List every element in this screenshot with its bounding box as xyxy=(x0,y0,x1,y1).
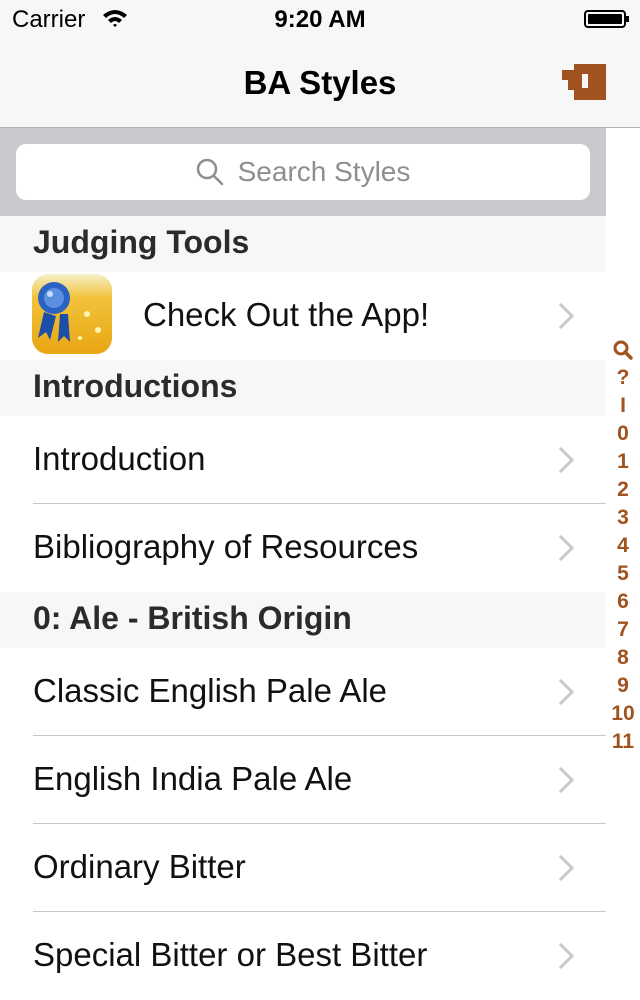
list-item[interactable]: Classic English Pale Ale xyxy=(0,648,606,736)
search-placeholder: Search Styles xyxy=(237,156,411,187)
index-item[interactable]: 5 xyxy=(606,560,640,588)
index-item[interactable]: 4 xyxy=(606,532,640,560)
list-item-label: English India Pale Ale xyxy=(33,760,353,797)
chevron-right-icon xyxy=(558,942,574,970)
chevron-right-icon xyxy=(558,446,574,474)
chevron-right-icon xyxy=(558,766,574,794)
list-item[interactable]: Ordinary Bitter xyxy=(0,824,606,912)
search-input[interactable]: Search Styles xyxy=(16,144,590,200)
list-item-label: Ordinary Bitter xyxy=(33,848,246,885)
status-bar: Carrier 9:20 AM xyxy=(0,0,640,40)
section-header-label: Introductions xyxy=(33,368,238,404)
search-icon xyxy=(196,158,223,186)
section-header: 0: Ale - British Origin xyxy=(0,592,606,648)
index-item[interactable]: 2 xyxy=(606,476,640,504)
chevron-right-icon xyxy=(558,854,574,882)
styles-table: Judging Tools Check Out the App! Introdu… xyxy=(0,216,606,1000)
ribbon-app-icon xyxy=(32,274,112,354)
list-item[interactable]: Bibliography of Resources xyxy=(0,504,606,592)
list-item-label: Classic English Pale Ale xyxy=(33,672,388,709)
index-item[interactable]: 7 xyxy=(606,616,640,644)
list-item-label: Introduction xyxy=(33,440,206,477)
index-item[interactable]: 10 xyxy=(606,700,640,728)
section-index[interactable]: ? I 0 1 2 3 4 5 6 7 8 9 10 11 xyxy=(606,336,640,756)
section-header-label: Judging Tools xyxy=(33,224,250,260)
page-title: BA Styles xyxy=(243,64,397,101)
index-item[interactable]: ? xyxy=(606,364,640,392)
list-item[interactable]: Special Bitter or Best Bitter xyxy=(0,912,606,1000)
list-item[interactable]: English India Pale Ale xyxy=(0,736,606,824)
index-item[interactable]: 11 xyxy=(606,728,640,756)
index-item[interactable]: 6 xyxy=(606,588,640,616)
search-icon xyxy=(613,340,633,361)
navigation-bar: BA Styles xyxy=(0,40,640,128)
list-item-label: Bibliography of Resources xyxy=(33,528,419,565)
search-bar: Search Styles xyxy=(0,128,606,216)
index-item[interactable]: 3 xyxy=(606,504,640,532)
index-item[interactable]: I xyxy=(606,392,640,420)
list-item[interactable]: Introduction xyxy=(0,416,606,504)
chevron-right-icon xyxy=(558,534,574,562)
section-header: Judging Tools xyxy=(0,216,606,272)
index-item[interactable]: 8 xyxy=(606,644,640,672)
list-item-label: Special Bitter or Best Bitter xyxy=(33,936,428,973)
index-item[interactable]: 0 xyxy=(606,420,640,448)
section-header: Introductions xyxy=(0,360,606,416)
chevron-right-icon xyxy=(558,678,574,706)
app-promo-label: Check Out the App! xyxy=(143,296,430,333)
index-search-icon[interactable] xyxy=(606,336,640,364)
index-item[interactable]: 1 xyxy=(606,448,640,476)
section-header-label: 0: Ale - British Origin xyxy=(33,600,352,636)
status-time: 9:20 AM xyxy=(274,6,366,33)
list-item-app-promo[interactable]: Check Out the App! xyxy=(0,272,606,360)
index-item[interactable]: 9 xyxy=(606,672,640,700)
chevron-right-icon xyxy=(558,302,574,330)
beer-mug-icon[interactable] xyxy=(560,60,610,104)
battery-icon xyxy=(584,10,629,28)
